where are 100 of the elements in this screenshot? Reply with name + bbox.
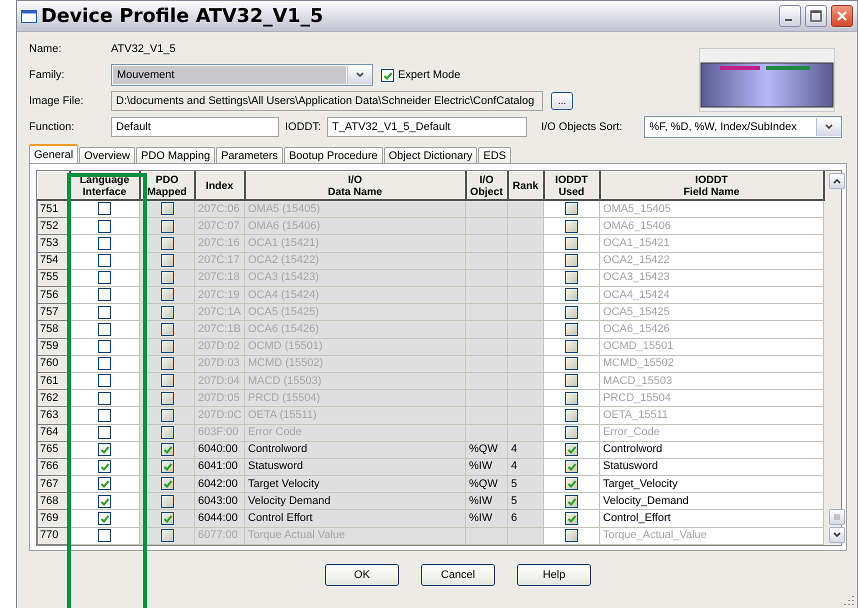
- table-cell: OCMD (15501): [244, 338, 466, 356]
- column-header[interactable]: I/O Data Name: [244, 172, 466, 200]
- checkbox[interactable]: [565, 477, 578, 490]
- checkbox[interactable]: [98, 512, 112, 525]
- checkbox[interactable]: [565, 494, 578, 508]
- table-cell: 6041:00: [194, 458, 244, 476]
- table-cell: OETA (15511): [244, 406, 466, 424]
- table-cell: OCA6_15426: [600, 320, 824, 338]
- table-cell: 207D:0C: [194, 406, 244, 424]
- check-icon: [162, 512, 172, 524]
- checkbox[interactable]: [160, 494, 174, 508]
- table-cell: OCA4_15424: [600, 286, 824, 304]
- tab[interactable]: Bootup Procedure: [284, 147, 383, 163]
- close-icon: [836, 10, 848, 22]
- checkbox[interactable]: [565, 460, 578, 474]
- checkbox[interactable]: [565, 443, 578, 456]
- family-label: Family:: [29, 69, 66, 81]
- table-cell: [466, 304, 508, 321]
- ioddt-field[interactable]: T_ATV32_V1_5_Default: [327, 117, 528, 137]
- tab[interactable]: Overview: [79, 147, 135, 163]
- check-icon: [162, 444, 172, 456]
- table-cell: Torque_Actual_Value: [600, 527, 824, 544]
- table-cell: 207C:1A: [194, 304, 244, 321]
- check-icon: [99, 461, 110, 472]
- close-button[interactable]: [831, 5, 853, 27]
- resize-grip-icon[interactable]: [843, 594, 855, 606]
- check-icon: [566, 478, 577, 490]
- table-cell: OCA6 (15426): [244, 320, 466, 338]
- table-cell: [466, 372, 508, 390]
- minimize-button[interactable]: [779, 5, 801, 27]
- checkbox[interactable]: [160, 477, 174, 490]
- family-dropdown[interactable]: Mouvement: [111, 64, 373, 86]
- table-cell: 6040:00: [194, 441, 244, 458]
- table-cell: PRCD (15504): [244, 390, 466, 407]
- checkbox[interactable]: [160, 460, 174, 474]
- caret-down-icon: [832, 532, 840, 538]
- check-icon: [566, 461, 577, 472]
- image-file-field[interactable]: D:\documents and Settings\All Users\Application Data\Schneider Electric\ConfCatalog: [111, 91, 543, 111]
- column-header[interactable]: IODDT Field Name: [600, 172, 824, 200]
- checkbox[interactable]: [160, 512, 174, 525]
- scroll-up-button[interactable]: [828, 173, 844, 189]
- dialog-button[interactable]: Cancel: [421, 564, 495, 586]
- tab[interactable]: General: [29, 144, 78, 163]
- caret-icon: [825, 124, 834, 130]
- checkbox[interactable]: [160, 443, 174, 456]
- table-cell: 5: [508, 492, 544, 510]
- check-icon: [382, 70, 393, 80]
- tab[interactable]: PDO Mapping: [136, 147, 216, 163]
- caret-up-icon: [832, 178, 840, 184]
- checkbox[interactable]: [98, 477, 112, 490]
- table-cell: OMA5_15405: [600, 200, 824, 218]
- table-cell: MACD_15503: [600, 372, 824, 390]
- table-cell: Statusword: [244, 458, 466, 476]
- table-cell: 5: [508, 476, 544, 493]
- check-icon: [99, 444, 110, 456]
- tab[interactable]: EDS: [478, 147, 511, 163]
- checkbox[interactable]: [565, 512, 578, 525]
- table-cell: OMA6_15406: [600, 218, 824, 235]
- column-header[interactable]: Rank: [508, 172, 544, 200]
- table-cell: 207C:1B: [194, 320, 244, 338]
- tab[interactable]: Parameters: [216, 147, 283, 163]
- table-cell: OCA5 (15425): [244, 304, 466, 321]
- column-header[interactable]: IODDT Used: [544, 172, 600, 200]
- table-cell: 6044:00: [194, 510, 244, 528]
- table-cell: [466, 390, 508, 407]
- checkbox[interactable]: [98, 494, 112, 508]
- table-cell: [466, 286, 508, 304]
- table-cell: [466, 200, 508, 218]
- table-cell: 4: [508, 458, 544, 476]
- sort-dropdown[interactable]: %F, %D, %W, Index/SubIndex: [644, 116, 842, 138]
- browse-button[interactable]: ...: [551, 92, 573, 110]
- scroll-down-button[interactable]: [828, 527, 844, 543]
- maximize-icon: [810, 10, 822, 22]
- table-cell: [466, 218, 508, 235]
- table-cell: [466, 252, 508, 270]
- expert-mode-checkbox[interactable]: [381, 68, 394, 82]
- scroll-thumb[interactable]: [828, 509, 844, 525]
- table-cell: 4: [508, 441, 544, 458]
- table-cell: 207D:05: [194, 390, 244, 407]
- dialog-button[interactable]: OK: [325, 564, 399, 586]
- check-icon: [566, 512, 577, 524]
- column-header[interactable]: Index: [194, 172, 244, 200]
- column-header[interactable]: I/O Object: [466, 172, 508, 200]
- checkbox[interactable]: [98, 443, 112, 456]
- expert-mode-label: Expert Mode: [398, 69, 460, 81]
- maximize-button[interactable]: [805, 5, 827, 27]
- name-value: ATV32_V1_5: [111, 42, 177, 57]
- checkbox[interactable]: [98, 460, 112, 474]
- table-cell: 6043:00: [194, 492, 244, 510]
- check-icon: [99, 496, 110, 507]
- tab[interactable]: Object Dictionary: [384, 147, 478, 163]
- table-cell: 6: [508, 510, 544, 528]
- table-cell: Target Velocity: [244, 476, 466, 493]
- table-cell: [466, 406, 508, 424]
- window-icon: [21, 10, 37, 22]
- check-icon: [566, 444, 577, 456]
- dialog-button[interactable]: Help: [517, 564, 591, 586]
- function-field[interactable]: Default: [111, 117, 279, 137]
- table-cell: OETA_15511: [600, 406, 824, 424]
- table-cell: 6042:00: [194, 476, 244, 493]
